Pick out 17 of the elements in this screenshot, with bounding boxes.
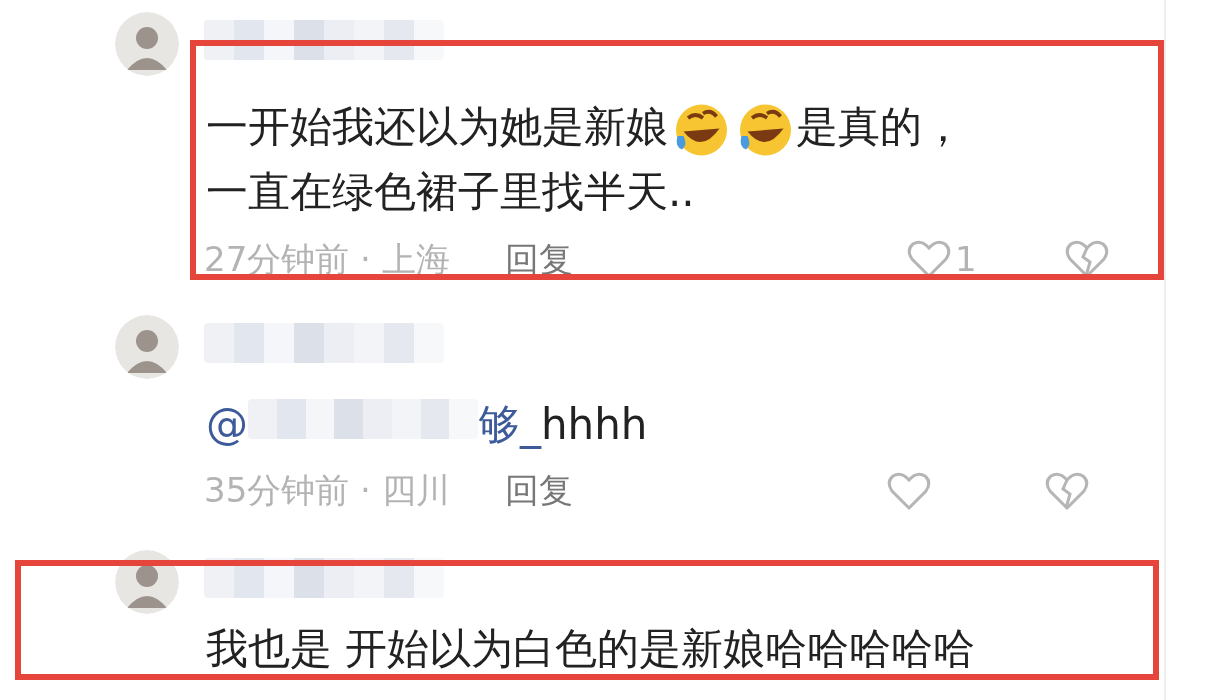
avatar[interactable] [115, 315, 179, 379]
comment-text: 我也是 开始以为白色的是新娘哈哈哈哈哈 [206, 624, 976, 673]
comment-meta: 27分钟前 · 上海 [204, 237, 450, 281]
comment-text: 是真的， [796, 102, 964, 151]
mention-link[interactable]: 够_ [478, 400, 541, 449]
comment-text: hhhh [541, 400, 648, 449]
broken-heart-icon[interactable] [1045, 470, 1089, 511]
comment-text: 一直在绿色裙子里找半天.. [206, 166, 695, 216]
reply-link[interactable]: 回复 [504, 233, 573, 285]
mention-link[interactable]: @ [206, 400, 248, 449]
like-count: 1 [955, 237, 978, 281]
avatar[interactable] [115, 12, 179, 76]
comment-text: 一开始我还以为她是新娘 [206, 102, 668, 151]
avatar[interactable] [115, 550, 179, 614]
heart-icon[interactable] [887, 470, 931, 511]
comment-meta: 35分钟前 · 四川 [204, 469, 450, 512]
reply-link[interactable]: 回复 [504, 465, 573, 516]
